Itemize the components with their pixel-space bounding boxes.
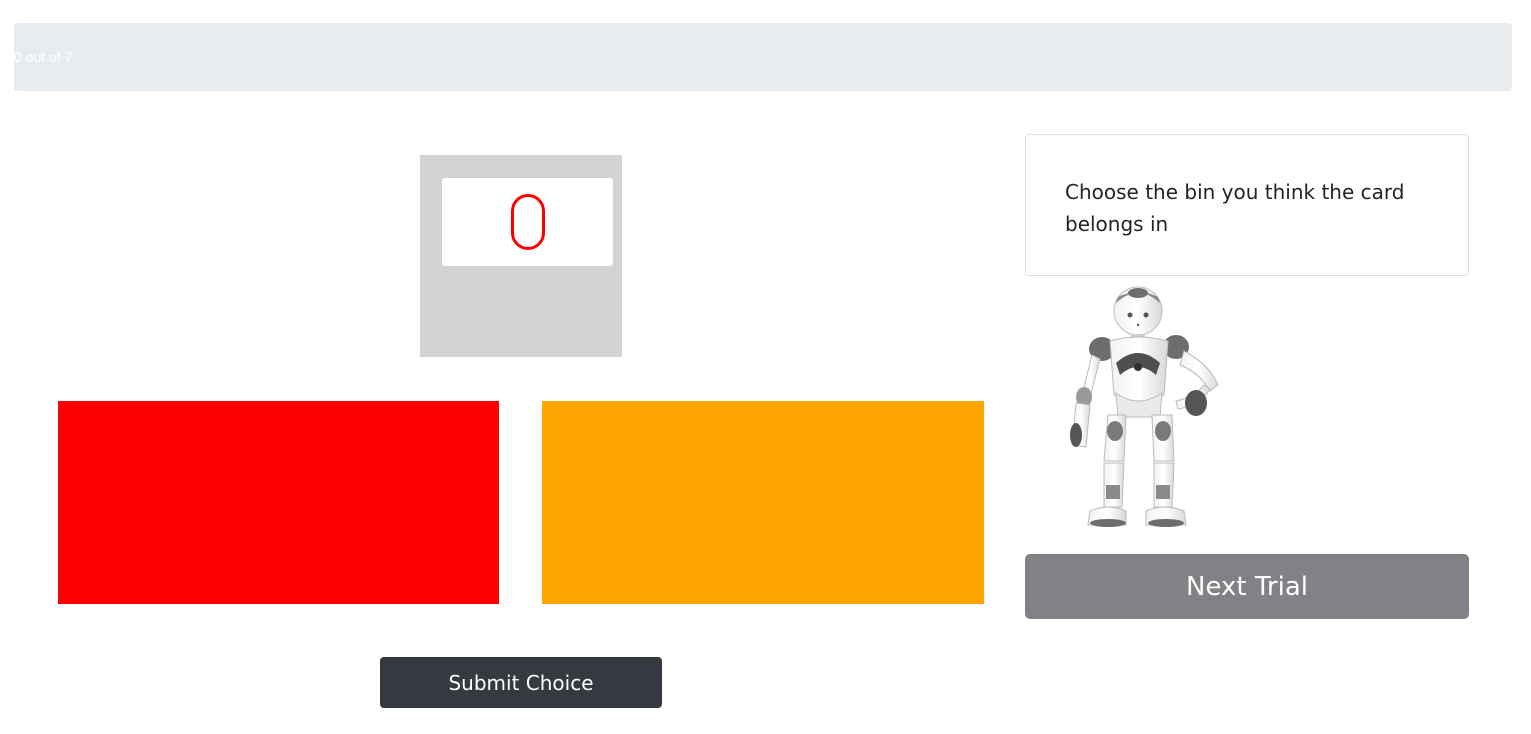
instruction-text: Choose the bin you think the card belong… [1065,180,1405,236]
bin-orange[interactable] [542,401,984,604]
bin-red[interactable] [58,401,499,604]
progress-bar: 0 out of 7 [14,23,1512,91]
task-page: 0 out of 7 Submit Choice Choose the bin … [0,0,1531,734]
stimulus-card [442,178,613,266]
next-trial-button[interactable]: Next Trial [1025,554,1469,619]
oval-symbol-icon [510,194,545,250]
instruction-panel: Choose the bin you think the card belong… [1025,134,1469,276]
humanoid-robot-icon [1070,286,1219,527]
submit-choice-button[interactable]: Submit Choice [380,657,662,708]
stimulus-card-area [420,155,622,357]
progress-label: 0 out of 7 [14,49,73,65]
